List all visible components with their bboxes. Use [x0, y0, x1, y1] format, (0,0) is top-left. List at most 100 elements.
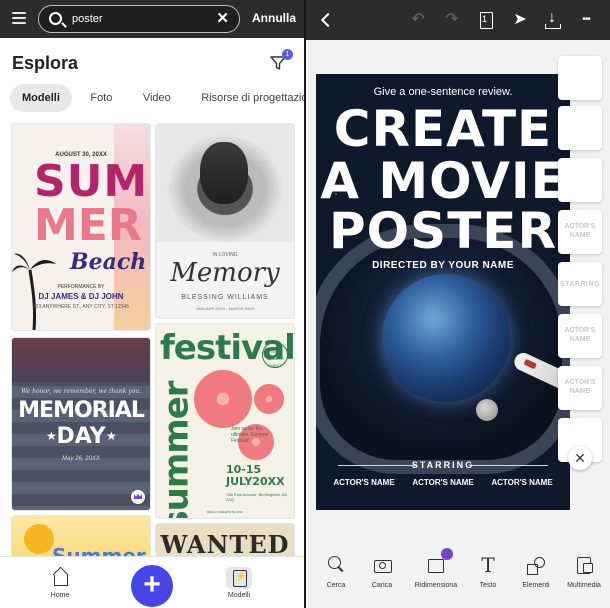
clear-search-icon[interactable]: ✕: [216, 10, 229, 28]
tab-video[interactable]: Video: [131, 84, 183, 112]
flower-icon: [254, 384, 284, 414]
search-header: ✕ Annulla: [0, 0, 304, 38]
poster-actor[interactable]: ACTOR'S NAME: [324, 478, 404, 488]
template-text: DJ JAMES & DJ JOHN: [38, 292, 124, 301]
search-icon: [325, 554, 347, 576]
layer-thumbnail[interactable]: [558, 56, 602, 100]
editor-panel: ↶ ↷ ➤ ••• Give a one-sentence review. CR…: [306, 0, 610, 608]
share-icon[interactable]: ➤: [508, 8, 532, 32]
camera-icon: [371, 554, 393, 576]
nav-modelli[interactable]: Modelli: [209, 567, 269, 599]
editor-tools: Cerca Carica Ridimensiona T Testo Elemen…: [306, 548, 610, 608]
cancel-button[interactable]: Annulla: [252, 11, 296, 25]
poster-starring[interactable]: STARRING: [316, 460, 570, 470]
tool-ridimensiona[interactable]: Ridimensiona: [408, 548, 464, 589]
layer-thumbnail[interactable]: ACTOR'S NAME: [558, 210, 602, 254]
tab-modelli[interactable]: Modelli: [10, 84, 72, 112]
template-text: May 26, 20XX: [62, 456, 100, 462]
poster-actor[interactable]: ACTOR'S NAME: [482, 478, 562, 488]
portrait-silhouette: [200, 142, 248, 204]
filter-button[interactable]: 1: [270, 49, 293, 71]
search-box[interactable]: ✕: [38, 5, 240, 33]
search-icon: [49, 12, 62, 25]
redo-icon[interactable]: ↷: [440, 8, 464, 32]
premium-crown-icon: [131, 490, 145, 504]
template-text: 123 ANYWHERE ST., ANY CITY, ST 12345: [32, 304, 130, 310]
tool-multimedia[interactable]: Multimedia: [556, 554, 610, 589]
template-text: PERFORMANCE BY: [57, 284, 105, 290]
close-icon[interactable]: ✕: [568, 446, 592, 470]
section-title: Esplora: [12, 53, 79, 73]
editor-toolbar: ↶ ↷ ➤ •••: [306, 0, 610, 40]
template-card-summer-beach[interactable]: AUGUST 30, 20XX SUM MER Beach PERFORMANC…: [12, 124, 150, 330]
template-text: We honor, we remember, we thank you.: [20, 388, 142, 395]
text-icon: T: [481, 553, 495, 577]
template-text: REALLYGREATSITE.COM: [207, 510, 243, 514]
menu-icon[interactable]: [12, 12, 26, 24]
back-icon[interactable]: [314, 8, 338, 32]
poster-director[interactable]: DIRECTED BY YOUR NAME: [316, 260, 570, 271]
download-icon[interactable]: [540, 6, 564, 32]
star-icon: ★: [106, 429, 117, 443]
tool-label: Elementi: [522, 582, 550, 589]
undo-icon[interactable]: ↶: [406, 8, 430, 32]
templates-icon: [226, 567, 252, 589]
media-icon: [573, 554, 595, 576]
poster-review-text[interactable]: Give a one-sentence review.: [316, 86, 570, 98]
poster-title-line[interactable]: CREATE: [316, 104, 570, 154]
poster-title-line[interactable]: A MOVIE: [316, 156, 570, 206]
search-input[interactable]: [72, 11, 212, 27]
create-button[interactable]: +: [131, 565, 173, 607]
pages-icon[interactable]: [474, 8, 498, 32]
nav-home[interactable]: Home: [30, 567, 90, 599]
shapes-icon: [525, 554, 547, 576]
sun-icon: [24, 524, 54, 554]
tool-label: Carica: [371, 582, 393, 589]
nav-label: Modelli: [227, 592, 251, 599]
template-text: BLESSING WILLIAMS: [181, 294, 269, 301]
earth-image: [382, 274, 510, 402]
tool-label: Cerca: [326, 582, 346, 589]
tab-risorse[interactable]: Risorse di progettazione: [189, 84, 304, 112]
template-card-memorial-day[interactable]: We honor, we remember, we thank you. MEM…: [12, 338, 150, 510]
template-heading: DAY: [56, 424, 106, 449]
template-card-summer-festival[interactable]: festival summer MID SUMMER EVENT Join us…: [156, 324, 294, 518]
flag-overlay: [12, 338, 150, 382]
poster-canvas[interactable]: Give a one-sentence review. CREATE A MOV…: [316, 74, 570, 510]
tool-carica[interactable]: Carica: [354, 554, 410, 589]
star-icon: ★: [46, 429, 57, 443]
template-heading: WANTED: [160, 530, 290, 559]
event-badge: MID SUMMER EVENT: [262, 342, 288, 368]
template-heading: summer: [156, 381, 197, 518]
tab-foto[interactable]: Foto: [78, 84, 124, 112]
layer-thumbnail[interactable]: ACTOR'S NAME: [558, 366, 602, 410]
layer-thumbnail[interactable]: [558, 158, 602, 202]
layer-thumbnail[interactable]: [558, 106, 602, 150]
template-card-memory[interactable]: IN LOVING Memory BLESSING WILLIAMS JANUA…: [156, 124, 294, 318]
template-heading: MEMORIAL: [18, 398, 145, 423]
more-icon[interactable]: •••: [574, 8, 598, 32]
template-subheading: Beach: [70, 249, 147, 275]
home-icon: [47, 567, 73, 589]
template-heading: SUM: [34, 156, 149, 207]
filter-count-badge: 1: [282, 49, 293, 60]
moon-image: [476, 399, 498, 421]
template-text: JANUARY 20XX - MARCH 20XX: [195, 306, 255, 311]
explore-panel: ✕ Annulla Esplora 1 Modelli Foto Video R…: [0, 0, 304, 608]
tool-label: Ridimensiona: [414, 582, 458, 589]
template-text: 10-15 JULY20XX: [226, 463, 285, 488]
category-tabs: Modelli Foto Video Risorse di progettazi…: [10, 84, 304, 112]
poster-title-line[interactable]: POSTER: [316, 206, 570, 256]
tool-label: Testo: [479, 582, 497, 589]
template-heading: Memory: [170, 258, 280, 288]
template-text: Join us for the ultimate Summer Festival…: [231, 426, 269, 444]
resize-icon: [425, 548, 453, 576]
nav-label: Home: [50, 592, 70, 599]
layer-thumbnail[interactable]: ACTOR'S NAME: [558, 314, 602, 358]
flower-icon: [194, 370, 252, 428]
template-text: 746 Park Avenue, Birmingham, B1 2AQ: [226, 492, 288, 502]
layer-thumbnail[interactable]: STARRING: [558, 262, 602, 306]
template-heading: MER: [34, 200, 142, 251]
tool-label: Multimedia: [567, 582, 601, 589]
poster-actor[interactable]: ACTOR'S NAME: [403, 478, 483, 488]
